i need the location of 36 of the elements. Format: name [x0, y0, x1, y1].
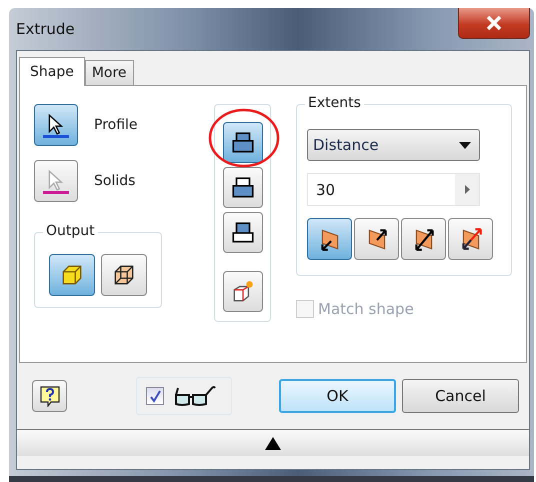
help-icon	[38, 385, 60, 407]
distance-field[interactable]: 30	[307, 173, 480, 206]
stacked-blocks-icon	[230, 220, 256, 246]
checkbox-label: Match shape	[318, 300, 414, 318]
glasses-icon	[172, 385, 218, 407]
tab[interactable]: Shape	[19, 57, 85, 86]
group-title: Output	[43, 223, 98, 239]
surface-output-button[interactable]	[101, 254, 147, 296]
spin-arrow-icon[interactable]	[464, 185, 470, 194]
selector-label: Solids	[94, 173, 136, 189]
selection-button[interactable]	[34, 104, 78, 146]
help-button[interactable]	[32, 380, 67, 412]
caret-icon	[459, 142, 471, 148]
tab[interactable]: More	[84, 60, 134, 85]
intersect-button[interactable]	[222, 212, 263, 253]
cut-button[interactable]	[222, 167, 263, 208]
symmetric-direction-button[interactable]	[401, 218, 446, 260]
method-dropdown[interactable]: Distance	[307, 129, 480, 161]
expand-bar[interactable]	[17, 429, 529, 456]
window-title: Extrude	[16, 20, 75, 38]
close-icon	[484, 15, 504, 31]
stacked-blocks-icon	[230, 130, 256, 156]
asymmetric-direction-button[interactable]	[448, 218, 493, 260]
stacked-blocks-icon	[230, 174, 256, 200]
solid-output-button[interactable]	[49, 254, 95, 296]
check-icon	[148, 390, 162, 402]
selector-label: Profile	[94, 117, 138, 133]
join-button[interactable]	[222, 122, 263, 163]
default-direction-button[interactable]	[307, 218, 352, 260]
new-solid-button[interactable]	[222, 271, 263, 312]
triangle-up-icon	[265, 436, 281, 450]
close-button[interactable]	[458, 8, 530, 39]
preview-checkbox[interactable]	[146, 387, 164, 405]
flipped-direction-button[interactable]	[354, 218, 399, 260]
ok-button[interactable]: OK	[279, 379, 396, 413]
cancel-button[interactable]: Cancel	[402, 379, 519, 413]
